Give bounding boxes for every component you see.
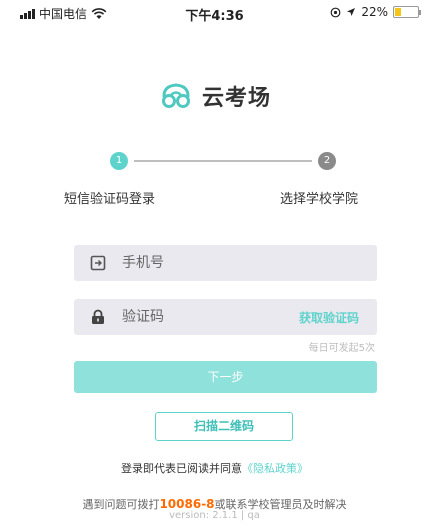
phone-icon: [90, 255, 106, 271]
help-phone-number[interactable]: 10086-8: [159, 497, 214, 511]
agreement-prefix: 登录即代表已阅读并同意: [121, 462, 242, 475]
version-label: version: 2.1.1 | qa: [169, 510, 260, 521]
phone-input[interactable]: [122, 255, 377, 271]
privacy-policy-link[interactable]: 《隐私政策》: [242, 462, 308, 475]
next-step-button[interactable]: 下一步: [74, 361, 377, 393]
step-connector: [134, 160, 312, 162]
get-code-button[interactable]: 获取验证码: [299, 309, 359, 326]
app-logo: 云考场: [0, 80, 429, 112]
step-2-label: 选择学校学院: [280, 192, 359, 207]
daily-limit-hint: 每日可发起5次: [308, 343, 375, 354]
step-2-indicator: 2: [318, 152, 336, 170]
scan-qr-button[interactable]: 扫描二维码: [155, 412, 293, 441]
battery-percent: 22%: [361, 5, 388, 19]
app-name: 云考场: [201, 86, 271, 111]
phone-field[interactable]: [74, 245, 377, 281]
orientation-lock-icon: [330, 7, 341, 17]
step-1-label: 短信验证码登录: [64, 192, 156, 207]
cloud-logo-icon: [161, 83, 190, 108]
location-icon: [347, 8, 356, 16]
verification-code-input[interactable]: [122, 309, 299, 325]
agreement-text: 登录即代表已阅读并同意《隐私政策》: [0, 460, 429, 476]
lock-icon: [92, 309, 104, 324]
step-1-indicator: 1: [110, 152, 128, 170]
status-right: 22%: [330, 5, 421, 19]
verification-code-field[interactable]: 获取验证码: [74, 299, 377, 335]
status-bar: 中国电信 下午4:36 22%: [0, 0, 429, 24]
battery-icon: [393, 6, 421, 18]
